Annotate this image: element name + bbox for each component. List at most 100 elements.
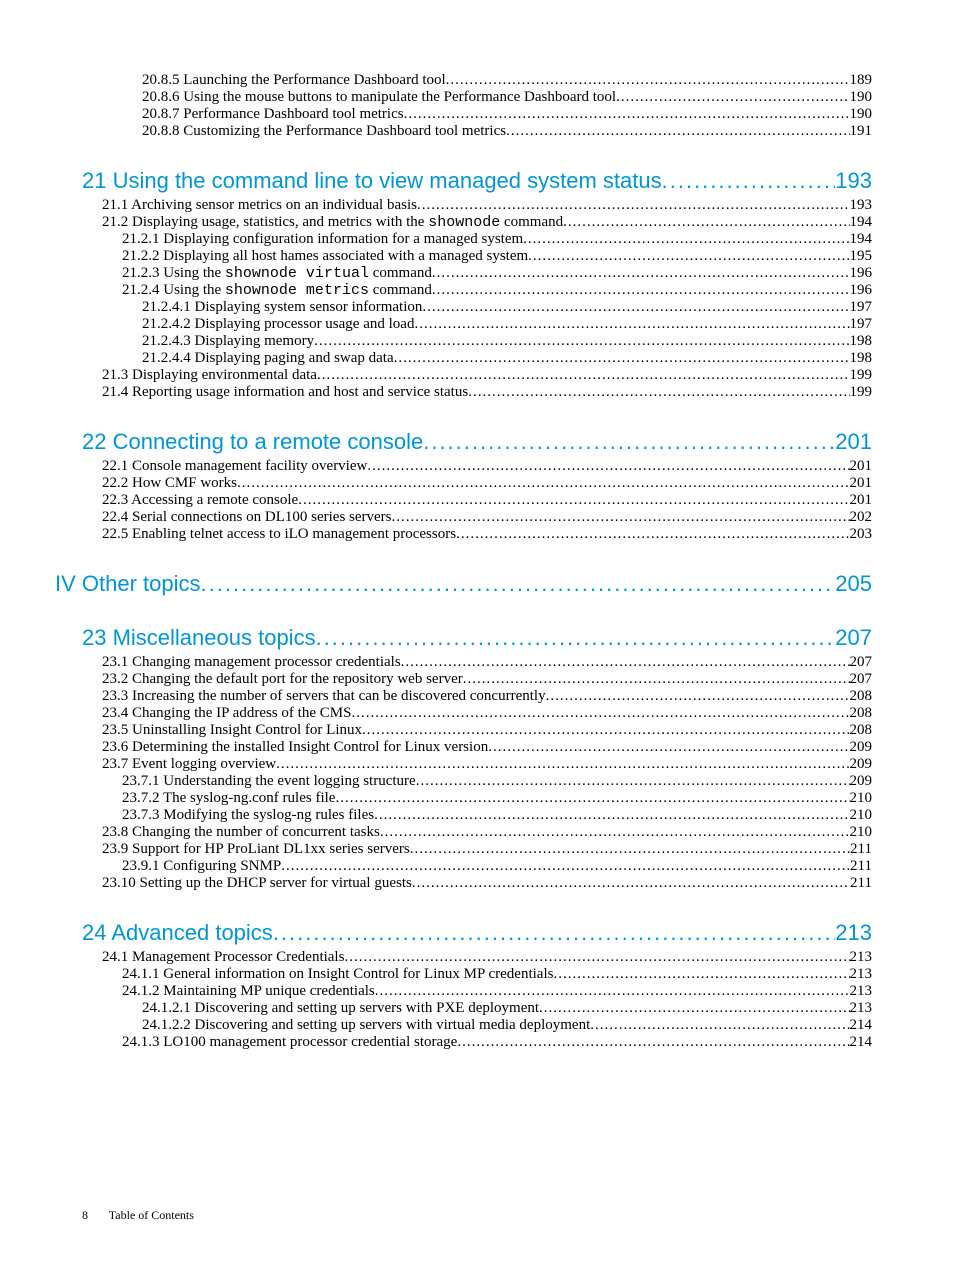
toc-entry[interactable]: 23.9.1 Configuring SNMP211 bbox=[122, 858, 872, 875]
toc-chapter[interactable]: 23 Miscellaneous topics207 bbox=[82, 625, 872, 651]
toc-dots bbox=[563, 214, 849, 231]
toc-page-number: 213 bbox=[850, 966, 873, 983]
toc-page-number: 210 bbox=[850, 790, 873, 807]
toc-entry-text: 22.5 Enabling telnet access to iLO manag… bbox=[102, 526, 456, 543]
toc-entry-text: IV Other topics bbox=[55, 571, 201, 597]
toc-entry[interactable]: 21.2.4.1 Displaying system sensor inform… bbox=[142, 299, 872, 316]
toc-chapter[interactable]: 24 Advanced topics213 bbox=[82, 920, 872, 946]
toc-entry[interactable]: 21.2.4.2 Displaying processor usage and … bbox=[142, 316, 872, 333]
toc-entry-text: 23.6 Determining the installed Insight C… bbox=[102, 739, 488, 756]
toc-entry-text: 24.1.3 LO100 management processor creden… bbox=[122, 1034, 457, 1051]
toc-page-number: 211 bbox=[850, 858, 872, 875]
toc-dots bbox=[281, 858, 850, 875]
toc-entry[interactable]: 22.3 Accessing a remote console201 bbox=[102, 492, 872, 509]
toc-entry-text: 21.2.4 Using the shownode metrics comman… bbox=[122, 282, 432, 299]
toc-entry-text: 24.1.2.1 Discovering and setting up serv… bbox=[142, 1000, 539, 1017]
toc-entry-text: 23.9 Support for HP ProLiant DL1xx serie… bbox=[102, 841, 410, 858]
toc-entry[interactable]: 20.8.8 Customizing the Performance Dashb… bbox=[142, 123, 872, 140]
toc-entry[interactable]: 23.5 Uninstalling Insight Control for Li… bbox=[102, 722, 872, 739]
toc-page-number: 197 bbox=[850, 299, 873, 316]
toc-dots bbox=[316, 625, 836, 651]
toc-entry[interactable]: 22.5 Enabling telnet access to iLO manag… bbox=[102, 526, 872, 543]
toc-entry-text: 23.5 Uninstalling Insight Control for Li… bbox=[102, 722, 362, 739]
toc-entry[interactable]: 23.7.2 The syslog-ng.conf rules file 210 bbox=[122, 790, 872, 807]
toc-entry[interactable]: 21.2.2 Displaying all host hames associa… bbox=[122, 248, 872, 265]
toc-entry-text: 23.7.2 The syslog-ng.conf rules file bbox=[122, 790, 335, 807]
toc-entry[interactable]: 22.4 Serial connections on DL100 series … bbox=[102, 509, 872, 526]
toc-entry[interactable]: 24.1.3 LO100 management processor creden… bbox=[122, 1034, 872, 1051]
toc-entry[interactable]: 23.7 Event logging overview 209 bbox=[102, 756, 872, 773]
toc-part[interactable]: IV Other topics205 bbox=[55, 571, 872, 597]
toc-entry-text: 23.7.1 Understanding the event logging s… bbox=[122, 773, 416, 790]
toc-entry[interactable]: 21.1 Archiving sensor metrics on an indi… bbox=[102, 197, 872, 214]
toc-page-number: 209 bbox=[850, 773, 873, 790]
toc-entry-text: 22.2 How CMF works bbox=[102, 475, 237, 492]
toc-entry[interactable]: 21.2.3 Using the shownode virtual comman… bbox=[122, 265, 872, 282]
toc-entry[interactable]: 21.2.1 Displaying configuration informat… bbox=[122, 231, 872, 248]
toc-dots bbox=[375, 983, 850, 1000]
toc-page-number: 199 bbox=[850, 384, 873, 401]
toc-dots bbox=[317, 367, 850, 384]
toc-page-number: 210 bbox=[850, 807, 873, 824]
toc-entry[interactable]: 21.2 Displaying usage, statistics, and m… bbox=[102, 214, 872, 231]
toc-entry[interactable]: 23.6 Determining the installed Insight C… bbox=[102, 739, 872, 756]
toc-entry[interactable]: 24.1.1 General information on Insight Co… bbox=[122, 966, 872, 983]
toc-entry[interactable]: 24.1.2.2 Discovering and setting up serv… bbox=[142, 1017, 872, 1034]
toc-entry[interactable]: 22.1 Console management facility overvie… bbox=[102, 458, 872, 475]
toc-entry[interactable]: 23.10 Setting up the DHCP server for vir… bbox=[102, 875, 872, 892]
toc-entry[interactable]: 22.2 How CMF works201 bbox=[102, 475, 872, 492]
toc-entry-text: 24.1.1 General information on Insight Co… bbox=[122, 966, 553, 983]
toc-chapter[interactable]: 22 Connecting to a remote console201 bbox=[82, 429, 872, 455]
toc-entry[interactable]: 20.8.5 Launching the Performance Dashboa… bbox=[142, 72, 872, 89]
toc-entry[interactable]: 24.1.2.1 Discovering and setting up serv… bbox=[142, 1000, 872, 1017]
toc-page-number: 209 bbox=[850, 756, 873, 773]
toc-entry-text: 21 Using the command line to view manage… bbox=[82, 168, 662, 194]
toc-entry[interactable]: 23.4 Changing the IP address of the CMS … bbox=[102, 705, 872, 722]
toc-entry[interactable]: 24.1 Management Processor Credentials213 bbox=[102, 949, 872, 966]
toc-entry[interactable]: 21.2.4.3 Displaying memory198 bbox=[142, 333, 872, 350]
toc-dots bbox=[432, 265, 850, 282]
toc-dots bbox=[380, 824, 850, 841]
toc-page-number: 190 bbox=[850, 89, 873, 106]
toc-entry[interactable]: 23.3 Increasing the number of servers th… bbox=[102, 688, 872, 705]
toc-dots bbox=[662, 168, 836, 194]
toc-entry-text: 22 Connecting to a remote console bbox=[82, 429, 423, 455]
toc-entry[interactable]: 23.9 Support for HP ProLiant DL1xx serie… bbox=[102, 841, 872, 858]
toc-entry-text: 21.4 Reporting usage information and hos… bbox=[102, 384, 468, 401]
toc-entry-text: 21.2.4.3 Displaying memory bbox=[142, 333, 314, 350]
toc-dots bbox=[488, 739, 849, 756]
toc-dots bbox=[414, 316, 849, 333]
toc-entry[interactable]: 21.2.4 Using the shownode metrics comman… bbox=[122, 282, 872, 299]
toc-entry-text: 21.1 Archiving sensor metrics on an indi… bbox=[102, 197, 417, 214]
toc-chapter[interactable]: 21 Using the command line to view manage… bbox=[82, 168, 872, 194]
toc-dots bbox=[457, 1034, 849, 1051]
toc-entry-text: 23.7 Event logging overview bbox=[102, 756, 276, 773]
toc-entry-text: 21.2.1 Displaying configuration informat… bbox=[122, 231, 523, 248]
toc-page-number: 199 bbox=[850, 367, 873, 384]
toc-entry-text: 23.4 Changing the IP address of the CMS bbox=[102, 705, 351, 722]
toc-entry-text: 21.2.2 Displaying all host hames associa… bbox=[122, 248, 528, 265]
toc-entry-text: 24.1.2 Maintaining MP unique credentials bbox=[122, 983, 375, 1000]
toc-page-number: 198 bbox=[850, 350, 873, 367]
toc-entry[interactable]: 21.3 Displaying environmental data199 bbox=[102, 367, 872, 384]
toc-page-number: 202 bbox=[850, 509, 873, 526]
toc-entry[interactable]: 21.4 Reporting usage information and hos… bbox=[102, 384, 872, 401]
toc-entry[interactable]: 23.2 Changing the default port for the r… bbox=[102, 671, 872, 688]
toc-page-number: 208 bbox=[850, 688, 873, 705]
toc-entry[interactable]: 23.7.1 Understanding the event logging s… bbox=[122, 773, 872, 790]
toc-dots bbox=[367, 458, 849, 475]
toc-entry[interactable]: 24.1.2 Maintaining MP unique credentials… bbox=[122, 983, 872, 1000]
toc-page-number: 196 bbox=[850, 282, 873, 299]
toc-dots bbox=[374, 807, 849, 824]
toc-entry[interactable]: 20.8.7 Performance Dashboard tool metric… bbox=[142, 106, 872, 123]
toc-entry[interactable]: 23.8 Changing the number of concurrent t… bbox=[102, 824, 872, 841]
toc-entry[interactable]: 23.1 Changing management processor crede… bbox=[102, 654, 872, 671]
toc-entry-text: 21.2.4.2 Displaying processor usage and … bbox=[142, 316, 414, 333]
toc-entry-text: 21.2.3 Using the shownode virtual comman… bbox=[122, 265, 432, 282]
toc-entry-text: 20.8.5 Launching the Performance Dashboa… bbox=[142, 72, 446, 89]
toc-entry[interactable]: 21.2.4.4 Displaying paging and swap data… bbox=[142, 350, 872, 367]
toc-page-number: 195 bbox=[850, 248, 873, 265]
toc-entry[interactable]: 20.8.6 Using the mouse buttons to manipu… bbox=[142, 89, 872, 106]
toc-dots bbox=[616, 89, 849, 106]
toc-entry[interactable]: 23.7.3 Modifying the syslog-ng rules fil… bbox=[122, 807, 872, 824]
